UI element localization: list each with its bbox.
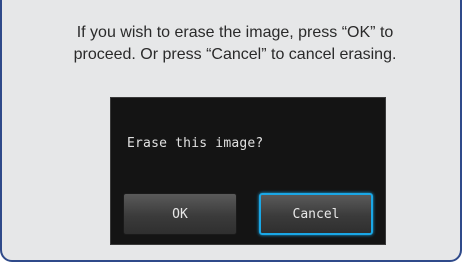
cancel-button[interactable]: Cancel [259, 193, 373, 235]
instruction-line-2: proceed. Or press “Cancel” to cancel era… [73, 46, 397, 63]
instruction-line-1: If you wish to erase the image, press “O… [76, 24, 394, 41]
ok-button[interactable]: OK [123, 193, 237, 235]
instruction-text: If you wish to erase the image, press “O… [40, 22, 430, 66]
erase-dialog-screen: Erase this image? OK Cancel [110, 97, 386, 245]
dialog-prompt: Erase this image? [127, 136, 264, 151]
